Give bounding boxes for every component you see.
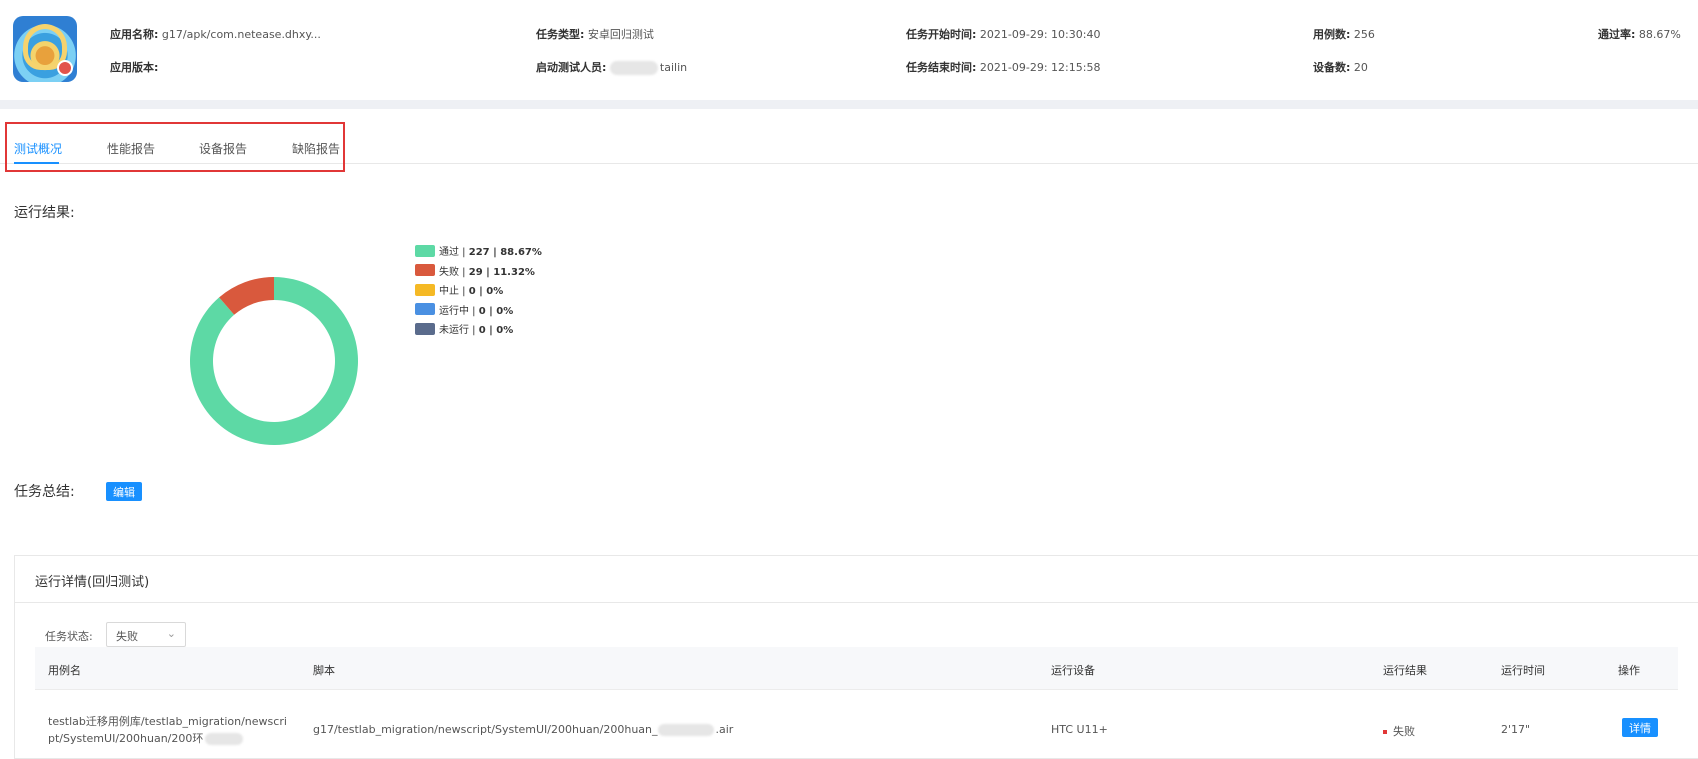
legend-label: 失败 | 29 | 11.32% [439,263,535,278]
result-text: 失败 [1393,725,1415,738]
column-header-case-name: 用例名 [48,664,81,677]
legend-label: 中止 | 0 | 0% [439,282,503,297]
app-version-info: 应用版本: [110,59,158,75]
legend-swatch [415,283,435,296]
case-count-info: 用例数: 256 [1313,26,1375,42]
table-header: 用例名 脚本 运行设备 运行结果 运行时间 操作 [35,647,1678,690]
app-icon-badge [57,60,73,76]
legend-swatch [415,264,435,277]
legend-series-value: 29 | 11.32% [468,266,535,278]
start-time-label: 任务开始时间: [906,28,977,41]
task-type-label: 任务类型: [536,28,585,41]
case-name-text: testlab迁移用例库/testlab_migration/newscript… [48,715,287,745]
legend-label: 通过 | 227 | 88.67% [439,243,542,258]
column-header-device: 运行设备 [1051,664,1095,677]
legend-label: 未运行 | 0 | 0% [439,321,513,336]
task-summary-label: 任务总结: [14,484,75,500]
case-count-label: 用例数: [1313,28,1351,41]
result-cell: 失败 [1383,723,1415,739]
pass-rate-label: 通过率: [1598,28,1636,41]
legend-series-value: 0 | 0% [478,325,514,337]
start-time-value: 2021-09-29: 10:30:40 [979,28,1101,41]
tab-defect-report[interactable]: 缺陷报告 [292,140,340,157]
legend-label: 运行中 | 0 | 0% [439,302,513,317]
legend-item-3[interactable]: 运行中 | 0 | 0% [415,300,542,320]
tab-performance-report[interactable]: 性能报告 [107,140,155,157]
device-count-info: 设备数: 20 [1313,59,1368,75]
active-tab-indicator [14,162,59,164]
task-status-filter-label: 任务状态: [45,630,93,643]
run-details-card: 运行详情(回归测试) 任务状态: 失败 ⌄ 用例名 脚本 运行设备 运行结果 运… [14,555,1698,759]
duration-cell: 2'17" [1501,723,1531,736]
task-type-info: 任务类型: 安卓回归测试 [536,26,654,42]
header-divider [0,100,1698,109]
legend-item-0[interactable]: 通过 | 227 | 88.67% [415,241,542,261]
column-header-action: 操作 [1618,664,1640,677]
script-suffix-text: .air [715,723,734,736]
app-version-label: 应用版本: [110,61,159,74]
app-name-label: 应用名称: [110,28,159,41]
app-name-value: g17/apk/com.netease.dhxy... [161,28,321,41]
redacted-name [609,61,658,75]
case-count-value: 256 [1353,28,1375,41]
column-header-duration: 运行时间 [1501,664,1545,677]
app-name-info: 应用名称: g17/apk/com.netease.dhxy... [110,26,321,42]
end-time-value: 2021-09-29: 12:15:58 [979,61,1101,74]
legend-series-value: 0 | 0% [478,305,514,317]
app-icon [13,16,77,82]
run-details-header: 运行详情(回归测试) [15,556,1698,603]
start-time-info: 任务开始时间: 2021-09-29: 10:30:40 [906,26,1100,42]
script-cell: g17/testlab_migration/newscript/SystemUI… [313,723,733,736]
legend-item-1[interactable]: 失败 | 29 | 11.32% [415,261,542,281]
chevron-down-icon: ⌄ [166,627,176,640]
donut-slice-0 [190,277,358,446]
legend-series-value: 227 | 88.67% [468,247,542,259]
tab-device-report[interactable]: 设备报告 [199,140,247,157]
detail-button[interactable]: 详情 [1622,718,1658,737]
legend-series-name: 运行中 | [439,305,479,317]
run-result-donut-chart [190,277,358,446]
fail-status-icon [1383,730,1387,734]
pass-rate-value: 88.67% [1638,28,1681,41]
task-status-selected-value: 失败 [116,630,138,643]
device-count-value: 20 [1353,61,1368,74]
device-cell: HTC U11+ [1051,723,1108,736]
legend-item-2[interactable]: 中止 | 0 | 0% [415,280,542,300]
end-time-label: 任务结束时间: [906,61,977,74]
pass-rate-info: 通过率: 88.67% [1598,26,1681,42]
device-count-label: 设备数: [1313,61,1351,74]
tab-test-overview[interactable]: 测试概况 [14,140,62,157]
legend-swatch [415,244,435,257]
legend-series-name: 通过 | [439,247,469,259]
redacted-case-suffix [205,733,244,745]
task-info-header: 应用名称: g17/apk/com.netease.dhxy... 应用版本: … [0,0,1698,100]
launcher-info: 启动测试人员: tailin [536,59,687,75]
script-prefix-text: g17/testlab_migration/newscript/SystemUI… [313,723,658,736]
launcher-label: 启动测试人员: [536,61,607,74]
legend-swatch [415,322,435,335]
redacted-script-name [657,724,714,736]
case-name-cell: testlab迁移用例库/testlab_migration/newscript… [48,713,293,747]
end-time-info: 任务结束时间: 2021-09-29: 12:15:58 [906,59,1100,75]
edit-summary-button[interactable]: 编辑 [106,482,142,501]
column-header-script: 脚本 [313,664,335,677]
legend-series-name: 失败 | [439,266,469,278]
legend-item-4[interactable]: 未运行 | 0 | 0% [415,319,542,339]
run-details-title: 运行详情(回归测试) [35,575,150,590]
legend-swatch [415,303,435,316]
legend-series-value: 0 | 0% [468,286,504,298]
legend-series-name: 未运行 | [439,325,479,337]
launcher-value: tailin [659,61,688,74]
column-header-result: 运行结果 [1383,664,1427,677]
run-result-legend: 通过 | 227 | 88.67% 失败 | 29 | 11.32% 中止 | 0 … [415,241,542,339]
run-result-label: 运行结果: [14,205,75,221]
table-row: testlab迁移用例库/testlab_migration/newscript… [35,690,1678,759]
task-status-select[interactable]: 失败 ⌄ [106,622,186,647]
task-type-value: 安卓回归测试 [587,28,654,41]
legend-series-name: 中止 | [439,286,469,298]
